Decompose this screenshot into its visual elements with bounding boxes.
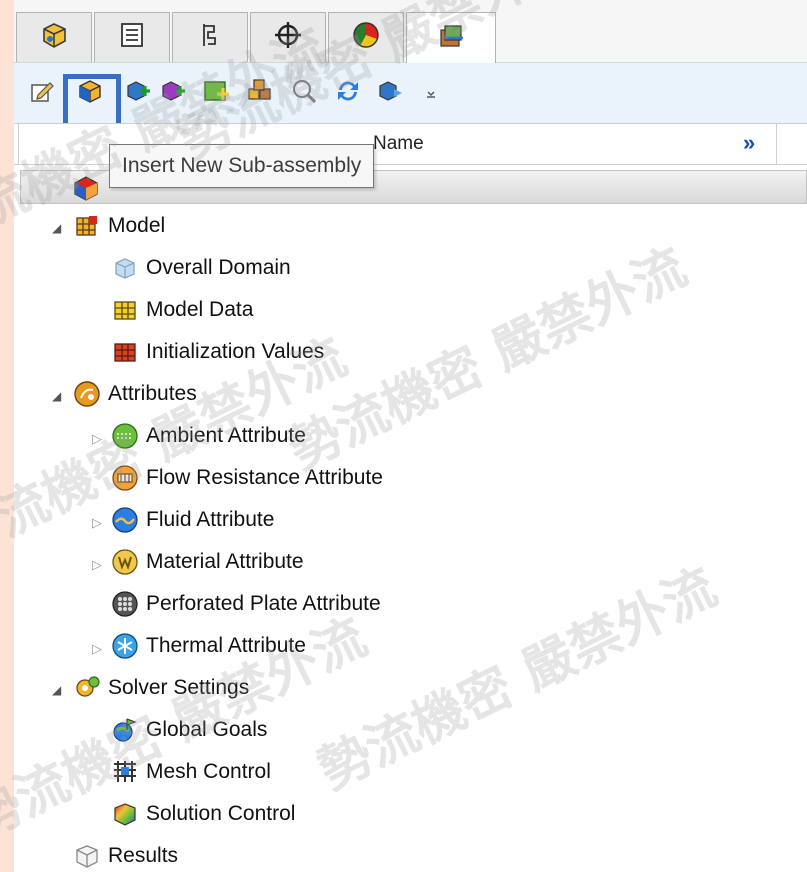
edit-properties-button[interactable] — [28, 79, 56, 107]
attributes-icon — [72, 379, 102, 409]
column-divider — [18, 124, 19, 164]
mesh-control-icon — [110, 757, 140, 787]
feature-tree-panel: Name » Insert New Sub-assembly ◢ Model O… — [14, 0, 807, 872]
tooltip: Insert New Sub-assembly — [109, 144, 375, 188]
tree-item-results[interactable]: Results — [72, 836, 178, 872]
tree-item-solution-control[interactable]: Solution Control — [110, 794, 295, 834]
tree-item-label: Initialization Values — [146, 340, 325, 363]
tab-bar — [14, 0, 807, 63]
insert-assembly-icon — [159, 77, 187, 110]
tree-item-label: Material Attribute — [146, 550, 304, 573]
tree-item-model-data[interactable]: Model Data — [110, 290, 253, 330]
expand-arrow-icon[interactable]: ◢ — [52, 683, 61, 697]
perforated-plate-icon — [110, 589, 140, 619]
model-icon — [72, 211, 102, 241]
configuration-icon — [195, 20, 225, 55]
tree-item-label: Thermal Attribute — [146, 634, 306, 657]
tree-item-mesh-control[interactable]: Mesh Control — [110, 752, 271, 792]
initialization-icon — [110, 337, 140, 367]
tree-item-overall-domain[interactable]: Overall Domain — [110, 248, 291, 288]
name-column-header[interactable]: Name — [373, 133, 424, 155]
part-icon — [38, 19, 70, 56]
tree-item-material-attribute[interactable]: Material Attribute — [110, 542, 304, 582]
collapsed-arrow-icon[interactable]: ▷ — [92, 641, 102, 657]
edit-properties-icon — [29, 78, 55, 109]
tab-property-list[interactable] — [94, 12, 170, 62]
display-pie-icon — [350, 19, 382, 56]
tree-item-flow-resistance-attribute[interactable]: Flow Resistance Attribute — [110, 458, 383, 498]
property-list-icon — [117, 20, 147, 55]
flow-resistance-icon — [110, 463, 140, 493]
global-goals-icon — [110, 715, 140, 745]
component-group-button[interactable] — [246, 77, 274, 110]
compare-button[interactable] — [376, 79, 404, 107]
tree-item-label: Results — [108, 844, 179, 867]
dropdown-arrow-icon — [425, 81, 437, 106]
zoom-icon — [290, 77, 318, 110]
refresh-icon — [334, 77, 362, 110]
tab-configuration[interactable] — [172, 12, 248, 62]
tree-item-label: Perforated Plate Attribute — [146, 592, 381, 615]
thermal-icon — [110, 631, 140, 661]
tree-item-label: Model Data — [146, 298, 254, 321]
tree-item-label: Global Goals — [146, 718, 268, 741]
tab-crosshair[interactable] — [250, 12, 326, 62]
tree-item-label: Solver Settings — [108, 676, 250, 699]
results-icon — [72, 841, 102, 871]
domain-icon — [110, 253, 140, 283]
solver-settings-icon — [72, 673, 102, 703]
add-object-button[interactable] — [202, 79, 230, 107]
tree-item-label: Overall Domain — [146, 256, 291, 279]
material-icon — [110, 547, 140, 577]
collapsed-arrow-icon[interactable]: ▷ — [92, 515, 102, 531]
crosshair-icon — [272, 19, 304, 56]
flow-simulation-icon — [435, 20, 467, 57]
add-object-icon — [202, 77, 230, 110]
compare-icon — [376, 77, 404, 110]
tab-flow-simulation[interactable] — [406, 12, 496, 63]
collapsed-arrow-icon[interactable]: ▷ — [92, 557, 102, 573]
tree-item-global-goals[interactable]: Global Goals — [110, 710, 267, 750]
more-columns-button[interactable]: » — [743, 130, 755, 156]
toolbar-overflow-button[interactable] — [424, 79, 438, 107]
insert-part-button[interactable] — [124, 79, 152, 107]
tree-item-label: Mesh Control — [146, 760, 271, 783]
tree-item-label: Model — [108, 214, 166, 237]
tree-item-label: Solution Control — [146, 802, 296, 825]
tree-item-thermal-attribute[interactable]: Thermal Attribute — [110, 626, 306, 666]
component-group-icon — [246, 77, 274, 110]
collapsed-arrow-icon[interactable]: ▷ — [92, 431, 102, 447]
refresh-button[interactable] — [334, 79, 362, 107]
project-icon — [71, 173, 101, 208]
tree-item-solver-settings[interactable]: Solver Settings — [72, 668, 249, 708]
ambient-icon — [110, 421, 140, 451]
insert-assembly-button[interactable] — [159, 79, 187, 107]
fluid-icon — [110, 505, 140, 535]
solution-control-icon — [110, 799, 140, 829]
tree-item-perforated-plate-attribute[interactable]: Perforated Plate Attribute — [110, 584, 381, 624]
tree-item-ambient-attribute[interactable]: Ambient Attribute — [110, 416, 306, 456]
tree-item-fluid-attribute[interactable]: Fluid Attribute — [110, 500, 274, 540]
tree-item-initialization-values[interactable]: Initialization Values — [110, 332, 324, 372]
tree-item-label: Attributes — [108, 382, 197, 405]
insert-part-icon — [124, 77, 152, 110]
tree-item-label: Ambient Attribute — [146, 424, 306, 447]
tab-part[interactable] — [16, 12, 92, 62]
model-data-icon — [110, 295, 140, 325]
column-divider — [776, 124, 777, 164]
tab-display[interactable] — [328, 12, 404, 62]
expand-arrow-icon[interactable]: ◢ — [52, 389, 61, 403]
tree-item-label: Fluid Attribute — [146, 508, 275, 531]
tree-item-label: Flow Resistance Attribute — [146, 466, 383, 489]
toolbar — [14, 63, 807, 129]
zoom-button[interactable] — [290, 79, 318, 107]
tree-item-attributes[interactable]: Attributes — [72, 374, 197, 414]
expand-arrow-icon[interactable]: ◢ — [52, 221, 61, 235]
tree-item-model[interactable]: Model — [72, 206, 165, 246]
selection-highlight — [63, 74, 121, 129]
